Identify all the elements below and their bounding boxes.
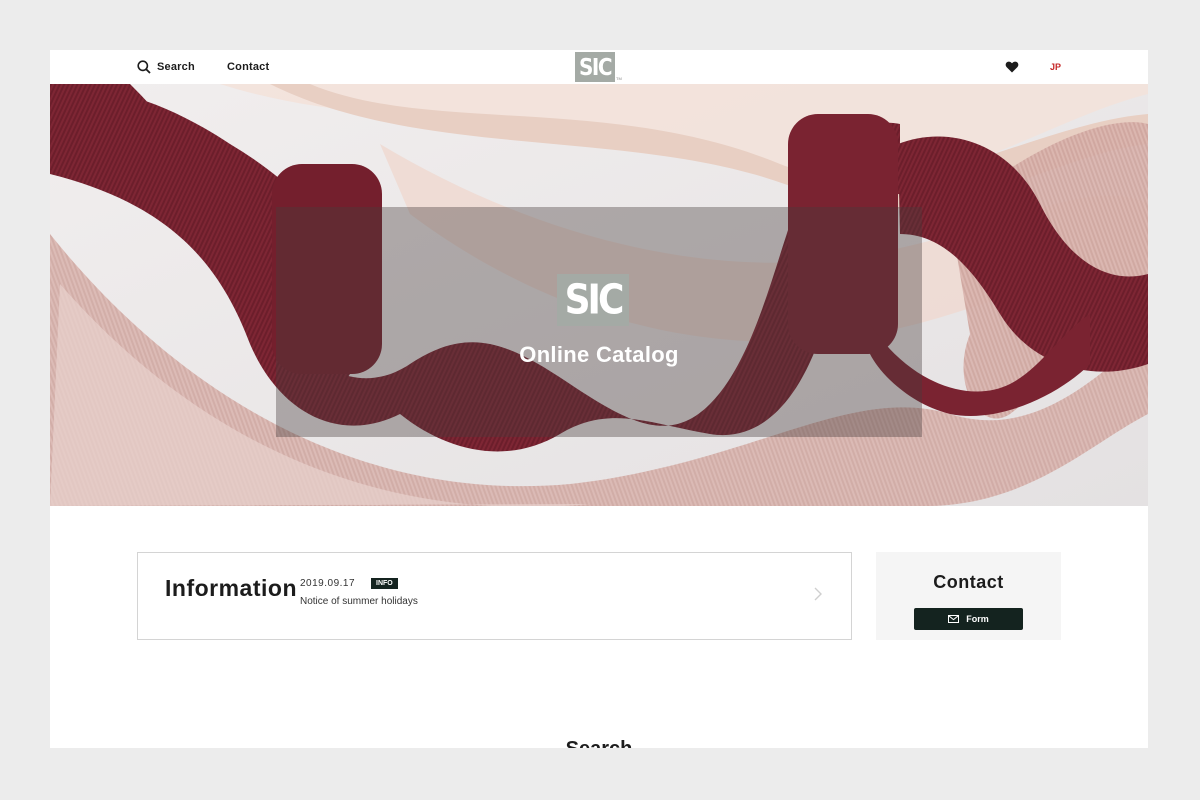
contact-title: Contact (933, 572, 1004, 592)
information-card[interactable]: Information 2019.09.17 INFO Notice of su… (137, 552, 852, 640)
search-link[interactable]: Search (137, 60, 195, 74)
hero-logo: SIC (557, 274, 629, 326)
contact-card: Contact Form (876, 552, 1061, 640)
contact-label: Contact (227, 61, 270, 73)
hero-logo-box: SIC (557, 274, 629, 326)
site-header: Search Contact SIC TM JP (50, 50, 1148, 84)
information-text[interactable]: Notice of summer holidays (300, 596, 418, 607)
language-switch[interactable]: JP (1050, 62, 1061, 72)
hero-banner: SIC Online Catalog (50, 84, 1148, 506)
heart-icon[interactable] (1005, 60, 1019, 74)
information-date: 2019.09.17 (300, 578, 356, 589)
contact-link[interactable]: Contact (227, 60, 269, 74)
page: Search Contact SIC TM JP SIC Online Cata… (50, 50, 1148, 748)
logo-text: SIC (578, 53, 613, 81)
mail-icon (948, 615, 960, 623)
information-title: Information (165, 575, 297, 601)
hero-title: Online Catalog (519, 342, 679, 367)
hero-logo-text: SIC (564, 276, 625, 324)
contact-form-button[interactable]: Form (914, 608, 1023, 630)
chevron-right-icon[interactable] (813, 586, 823, 602)
logo-trademark: TM (616, 76, 622, 81)
search-label: Search (157, 61, 195, 73)
information-badge: INFO (371, 578, 398, 589)
form-button-label: Form (966, 614, 989, 624)
search-icon (137, 60, 151, 74)
site-logo[interactable]: SIC TM (575, 52, 623, 82)
search-section-title: Search (50, 738, 1148, 748)
logo-box: SIC (575, 52, 615, 82)
